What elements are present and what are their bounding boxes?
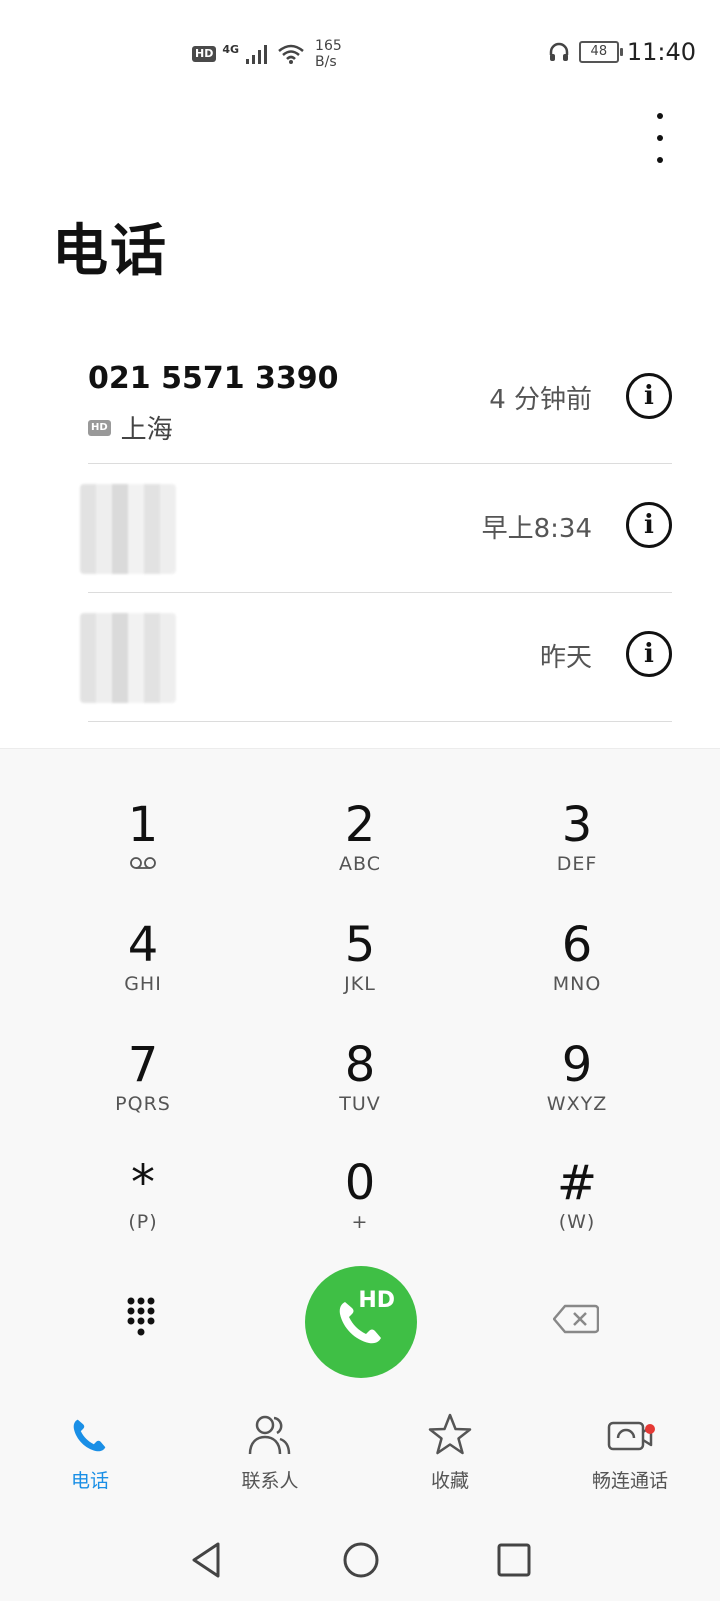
key-digit: # (556, 1155, 598, 1211)
phone-icon (73, 1419, 106, 1452)
home-icon[interactable] (342, 1540, 380, 1580)
redacted-contact (80, 613, 176, 703)
more-dot (657, 113, 663, 119)
key-9[interactable]: 9 WXYZ (487, 1039, 667, 1149)
wifi-icon (278, 44, 304, 64)
status-bar: HD 4G 165 B/s 48 11:40 (0, 0, 720, 100)
call-time: 早上8:34 (481, 514, 592, 544)
recent-calls-list: 021 5571 3390 HD 上海 4 分钟前 i 早上8:34 i 昨天 … (80, 335, 672, 722)
key-digit: 3 (561, 797, 593, 853)
page-title: 电话 (52, 219, 168, 284)
key-digit: * (131, 1155, 155, 1211)
key-letters: (W) (558, 1211, 596, 1233)
headphones-icon (549, 42, 569, 61)
key-letters: MNO (552, 973, 602, 995)
call-time: 4 分钟前 (489, 385, 592, 415)
nav-label: 联系人 (241, 1470, 299, 1492)
key-3[interactable]: 3 DEF (487, 799, 667, 909)
key-letters: GHI (124, 973, 162, 995)
key-digit: 8 (344, 1037, 376, 1093)
star-icon (428, 1413, 472, 1455)
recent-apps-icon[interactable] (496, 1542, 532, 1578)
redacted-contact (80, 484, 176, 574)
notification-dot (645, 1424, 655, 1434)
battery-indicator: 48 (578, 41, 623, 63)
key-digit: 5 (344, 917, 376, 973)
speed-value: 165 (315, 38, 342, 54)
call-log-row[interactable]: 早上8:34 i (80, 464, 672, 593)
nav-label: 收藏 (430, 1470, 469, 1492)
key-hash[interactable]: # (W) (487, 1157, 667, 1267)
hd-call-badge: HD (88, 419, 111, 436)
status-left: HD 4G 165 B/s (192, 38, 342, 70)
key-star[interactable]: * (P) (53, 1157, 233, 1267)
speed-unit: B/s (315, 54, 337, 70)
contacts-icon (248, 1415, 291, 1455)
more-options-icon[interactable] (640, 113, 680, 163)
backspace-icon[interactable] (553, 1304, 599, 1334)
key-digit: 0 (344, 1155, 376, 1211)
call-button[interactable]: HD (305, 1266, 417, 1378)
hd-call-label: HD (358, 1288, 395, 1313)
key-digit: 1 (127, 797, 159, 853)
key-letters: TUV (339, 1093, 381, 1115)
key-digit: 9 (561, 1037, 593, 1093)
signal-icon (246, 45, 268, 64)
nav-tab-favorites[interactable]: 收藏 (360, 1410, 540, 1493)
key-digit: 2 (344, 797, 376, 853)
key-7[interactable]: 7 PQRS (53, 1039, 233, 1149)
key-letters: JKL (344, 973, 376, 995)
key-digit: 4 (127, 917, 159, 973)
dialpad-toggle-icon[interactable] (125, 1296, 165, 1340)
status-time: 11:40 (626, 38, 696, 66)
nav-tab-phone[interactable]: 电话 (0, 1410, 180, 1493)
key-digit: 6 (561, 917, 593, 973)
key-6[interactable]: 6 MNO (487, 919, 667, 1029)
call-subinfo: HD 上海 (88, 409, 173, 446)
call-number: 021 5571 3390 (88, 361, 339, 396)
video-call-icon (607, 1421, 653, 1451)
key-letters: ABC (339, 853, 381, 875)
key-letters: PQRS (115, 1093, 171, 1115)
nav-label: 畅连通话 (591, 1470, 668, 1492)
key-1[interactable]: 1 (53, 799, 233, 909)
bottom-navigation: 电话 联系人 收藏 畅连通话 (0, 1410, 720, 1510)
network-type: 4G (222, 42, 240, 56)
nav-tab-meetime[interactable]: 畅连通话 (540, 1410, 720, 1493)
key-5[interactable]: 5 JKL (270, 919, 450, 1029)
battery-level: 48 (590, 44, 608, 59)
call-info-icon[interactable]: i (626, 631, 672, 677)
call-time: 昨天 (539, 643, 592, 673)
key-0[interactable]: 0 + (270, 1157, 450, 1267)
back-icon[interactable] (188, 1540, 224, 1580)
key-letters: (P) (128, 1211, 158, 1233)
more-dot (657, 157, 663, 163)
network-speed: 165 B/s (315, 38, 342, 70)
key-letters: + (351, 1211, 369, 1233)
key-4[interactable]: 4 GHI (53, 919, 233, 1029)
more-dot (657, 135, 663, 141)
system-navigation-bar (0, 1530, 720, 1590)
call-location: 上海 (120, 415, 173, 445)
key-8[interactable]: 8 TUV (270, 1039, 450, 1149)
call-info-icon[interactable]: i (626, 502, 672, 548)
voicemail-icon (53, 853, 233, 875)
key-letters: WXYZ (546, 1093, 608, 1115)
hd-voice-badge: HD (192, 46, 217, 62)
key-letters: DEF (556, 853, 598, 875)
key-digit: 7 (127, 1037, 159, 1093)
call-log-row[interactable]: 昨天 i (80, 593, 672, 722)
key-2[interactable]: 2 ABC (270, 799, 450, 909)
status-right: 48 11:40 (547, 38, 696, 66)
call-log-row[interactable]: 021 5571 3390 HD 上海 4 分钟前 i (88, 335, 672, 464)
nav-tab-contacts[interactable]: 联系人 (180, 1410, 360, 1493)
call-info-icon[interactable]: i (626, 373, 672, 419)
nav-label: 电话 (70, 1470, 109, 1492)
